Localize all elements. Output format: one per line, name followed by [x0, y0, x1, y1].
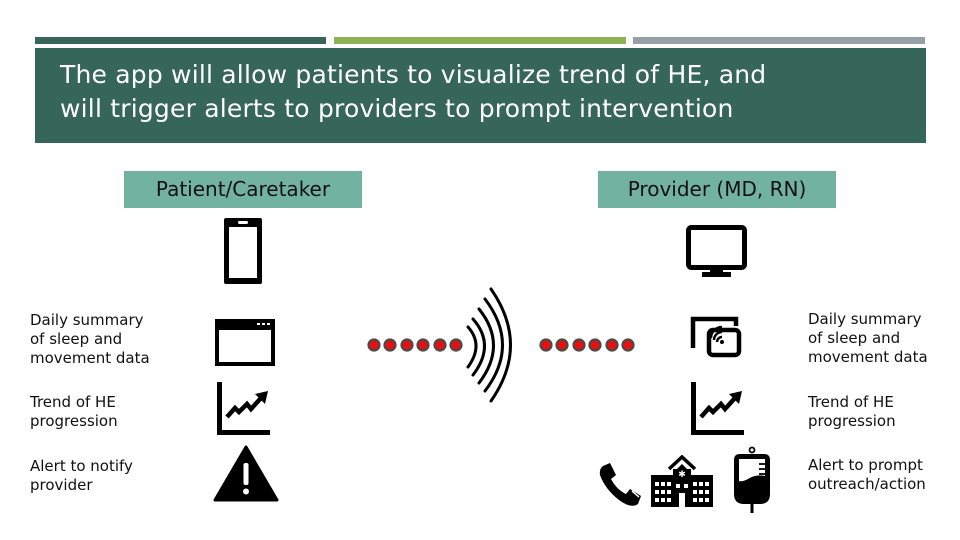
accent-bar-dark-green [35, 37, 326, 44]
patient-item-alert-text: Alert to notify provider [30, 457, 133, 495]
text-line: Alert to prompt [808, 456, 923, 474]
signal-dot [555, 338, 569, 352]
signal-dot [367, 338, 381, 352]
desktop-monitor-icon [686, 225, 747, 277]
smartphone-icon [224, 218, 262, 284]
text-line: progression [808, 412, 896, 430]
text-line: provider [30, 476, 93, 494]
signal-dot [400, 338, 414, 352]
wireless-signal-icon [466, 287, 512, 403]
transmission-graphic [367, 287, 635, 403]
trend-chart-icon [217, 382, 270, 435]
text-line: Daily summary [30, 311, 144, 329]
iv-bag-icon [734, 446, 770, 513]
browser-window-icon [215, 319, 275, 366]
accent-bar-gray [633, 37, 925, 44]
patient-item-trend-text: Trend of HE progression [30, 393, 118, 431]
hospital-icon: ✱ [651, 455, 713, 507]
trend-chart-icon [691, 382, 744, 435]
signal-dot [539, 338, 553, 352]
text-line: outreach/action [808, 475, 926, 493]
signal-dot [588, 338, 602, 352]
text-line: movement data [30, 349, 150, 367]
signal-dot [621, 338, 635, 352]
phone-icon [599, 463, 641, 506]
screen-cast-icon [690, 316, 742, 358]
text-line: of sleep and [808, 329, 901, 347]
provider-item-alert-text: Alert to prompt outreach/action [808, 456, 926, 494]
slide-title: The app will allow patients to visualize… [35, 48, 926, 143]
text-line: Trend of HE [30, 393, 116, 411]
patient-role-label: Patient/Caretaker [124, 171, 362, 208]
right-signal-dots [539, 338, 635, 352]
warning-icon [213, 445, 279, 502]
signal-dot [449, 338, 463, 352]
signal-dot [416, 338, 430, 352]
signal-dot [433, 338, 447, 352]
accent-bar-light-green [334, 37, 626, 44]
svg-text:✱: ✱ [678, 470, 686, 480]
text-line: movement data [808, 348, 928, 366]
text-line: Daily summary [808, 310, 922, 328]
patient-item-daily-summary-text: Daily summary of sleep and movement data [30, 311, 150, 368]
title-line-2: will trigger alerts to providers to prom… [60, 94, 734, 123]
text-line: Alert to notify [30, 457, 133, 475]
signal-dot [605, 338, 619, 352]
provider-item-trend-text: Trend of HE progression [808, 393, 896, 431]
text-line: Trend of HE [808, 393, 894, 411]
provider-role-label: Provider (MD, RN) [598, 171, 836, 208]
provider-item-daily-summary-text: Daily summary of sleep and movement data [808, 310, 928, 367]
left-signal-dots [367, 338, 463, 352]
text-line: of sleep and [30, 330, 123, 348]
title-line-1: The app will allow patients to visualize… [60, 60, 767, 89]
text-line: progression [30, 412, 118, 430]
signal-dot [572, 338, 586, 352]
signal-dot [383, 338, 397, 352]
